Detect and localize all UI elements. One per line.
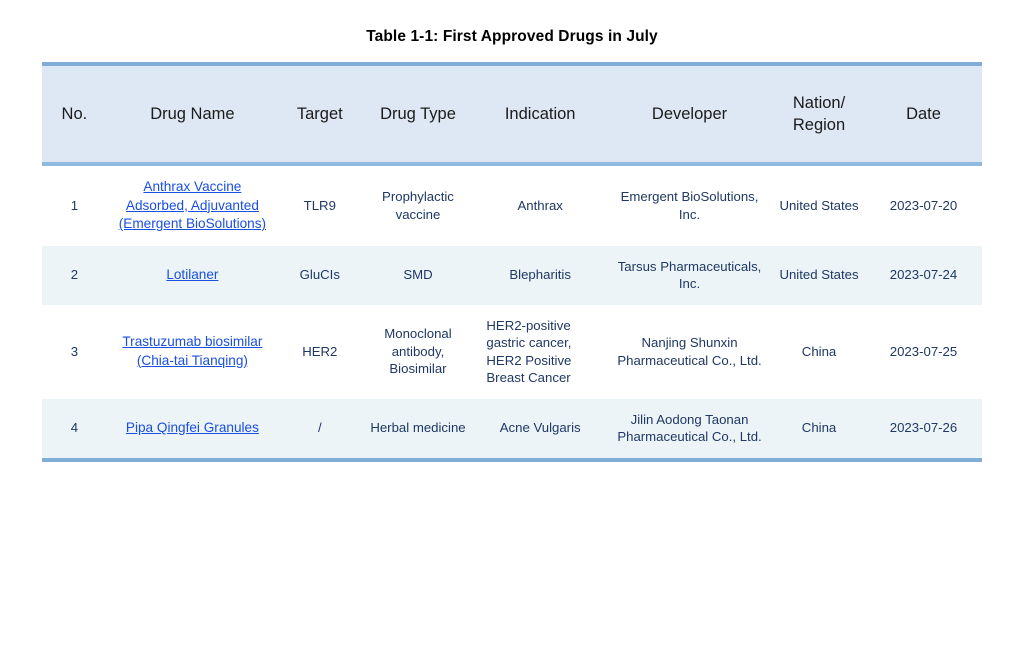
cell-target: HER2	[302, 343, 338, 359]
cell-drug-name: Pipa Qingfei Granules	[107, 399, 278, 460]
cell-drug-type: Monoclonal antibody, Biosimilar	[384, 326, 452, 377]
drug-name-link[interactable]: Pipa Qingfei Granules	[126, 420, 259, 435]
cell-drug-type: Herbal medicine	[370, 420, 466, 436]
cell-developer: Emergent BioSolutions, Inc.	[620, 189, 759, 222]
cell-indication: Acne Vulgaris	[499, 420, 581, 436]
document-page: Table 1-1: First Approved Drugs in July …	[0, 0, 1024, 661]
cell-developer: Nanjing Shunxin Pharmaceutical Co., Ltd.	[617, 335, 762, 368]
cell-target: /	[317, 420, 322, 436]
drug-name-link[interactable]: Lotilaner	[166, 267, 218, 282]
cell-developer: Jilin Aodong Taonan Pharmaceutical Co., …	[617, 411, 762, 445]
cell-drug-name: Lotilaner	[107, 246, 278, 305]
cell-nation-region: China	[801, 420, 837, 436]
table-header: No. Drug Name Target Drug Type Indicatio…	[42, 64, 982, 166]
cell-date: 2023-07-26	[889, 420, 958, 436]
cell-indication: Blepharitis	[509, 267, 571, 283]
cell-developer: Tarsus Pharmaceuticals, Inc.	[617, 258, 762, 292]
cell-date: 2023-07-20	[889, 198, 958, 213]
cell-no: 4	[70, 420, 79, 436]
column-header-no: No.	[42, 64, 107, 166]
cell-target: GluCIs	[299, 267, 340, 283]
cell-indication: Anthrax	[517, 198, 563, 213]
cell-date: 2023-07-24	[889, 267, 958, 283]
column-header-target: Target	[278, 64, 362, 166]
cell-nation-region: United States	[779, 198, 859, 213]
column-header-nation-region-line2: Region	[792, 116, 846, 134]
cell-drug-type: Prophylactic vaccine	[382, 189, 454, 222]
drug-name-link[interactable]: Trastuzumab biosimilar (Chia-tai Tianqin…	[122, 334, 262, 368]
column-header-indication: Indication	[474, 64, 606, 166]
table-title: Table 1-1: First Approved Drugs in July	[366, 28, 658, 45]
cell-indication: HER2-positive gastric cancer, HER2 Posit…	[486, 317, 572, 386]
cell-nation-region: United States	[779, 267, 859, 283]
cell-drug-name: Trastuzumab biosimilar (Chia-tai Tianqin…	[107, 305, 278, 399]
cell-no: 2	[70, 267, 79, 283]
cell-target: TLR9	[303, 198, 336, 213]
column-header-nation-region-line1: Nation/	[792, 94, 846, 112]
cell-no: 3	[70, 343, 79, 359]
table-row: 2 Lotilaner GluCIs SMD Blepharitis Tarsu…	[42, 245, 982, 305]
drug-name-link[interactable]: Anthrax Vaccine Adsorbed, Adjuvanted (Em…	[119, 179, 266, 231]
table-row: 1 Anthrax Vaccine Adsorbed, Adjuvanted (…	[42, 164, 982, 246]
table-header-row: No. Drug Name Target Drug Type Indicatio…	[42, 64, 982, 166]
table-container: No. Drug Name Target Drug Type Indicatio…	[42, 47, 982, 462]
column-header-nation-region: Nation/ Region	[773, 64, 865, 166]
table-body: 1 Anthrax Vaccine Adsorbed, Adjuvanted (…	[42, 164, 982, 460]
column-header-drug-name: Drug Name	[106, 64, 279, 166]
cell-no: 1	[70, 198, 79, 213]
column-header-date: Date	[864, 64, 982, 166]
cell-date: 2023-07-25	[889, 343, 958, 359]
cell-nation-region: China	[801, 343, 837, 359]
table-row: 4 Pipa Qingfei Granules / Herbal medicin…	[42, 398, 982, 460]
column-header-drug-type: Drug Type	[361, 64, 475, 166]
cell-drug-type: SMD	[403, 267, 433, 283]
first-approved-drugs-table: No. Drug Name Target Drug Type Indicatio…	[42, 62, 982, 462]
table-row: 3 Trastuzumab biosimilar (Chia-tai Tianq…	[42, 304, 982, 399]
cell-drug-name: Anthrax Vaccine Adsorbed, Adjuvanted (Em…	[107, 164, 278, 246]
column-header-developer: Developer	[605, 64, 774, 166]
